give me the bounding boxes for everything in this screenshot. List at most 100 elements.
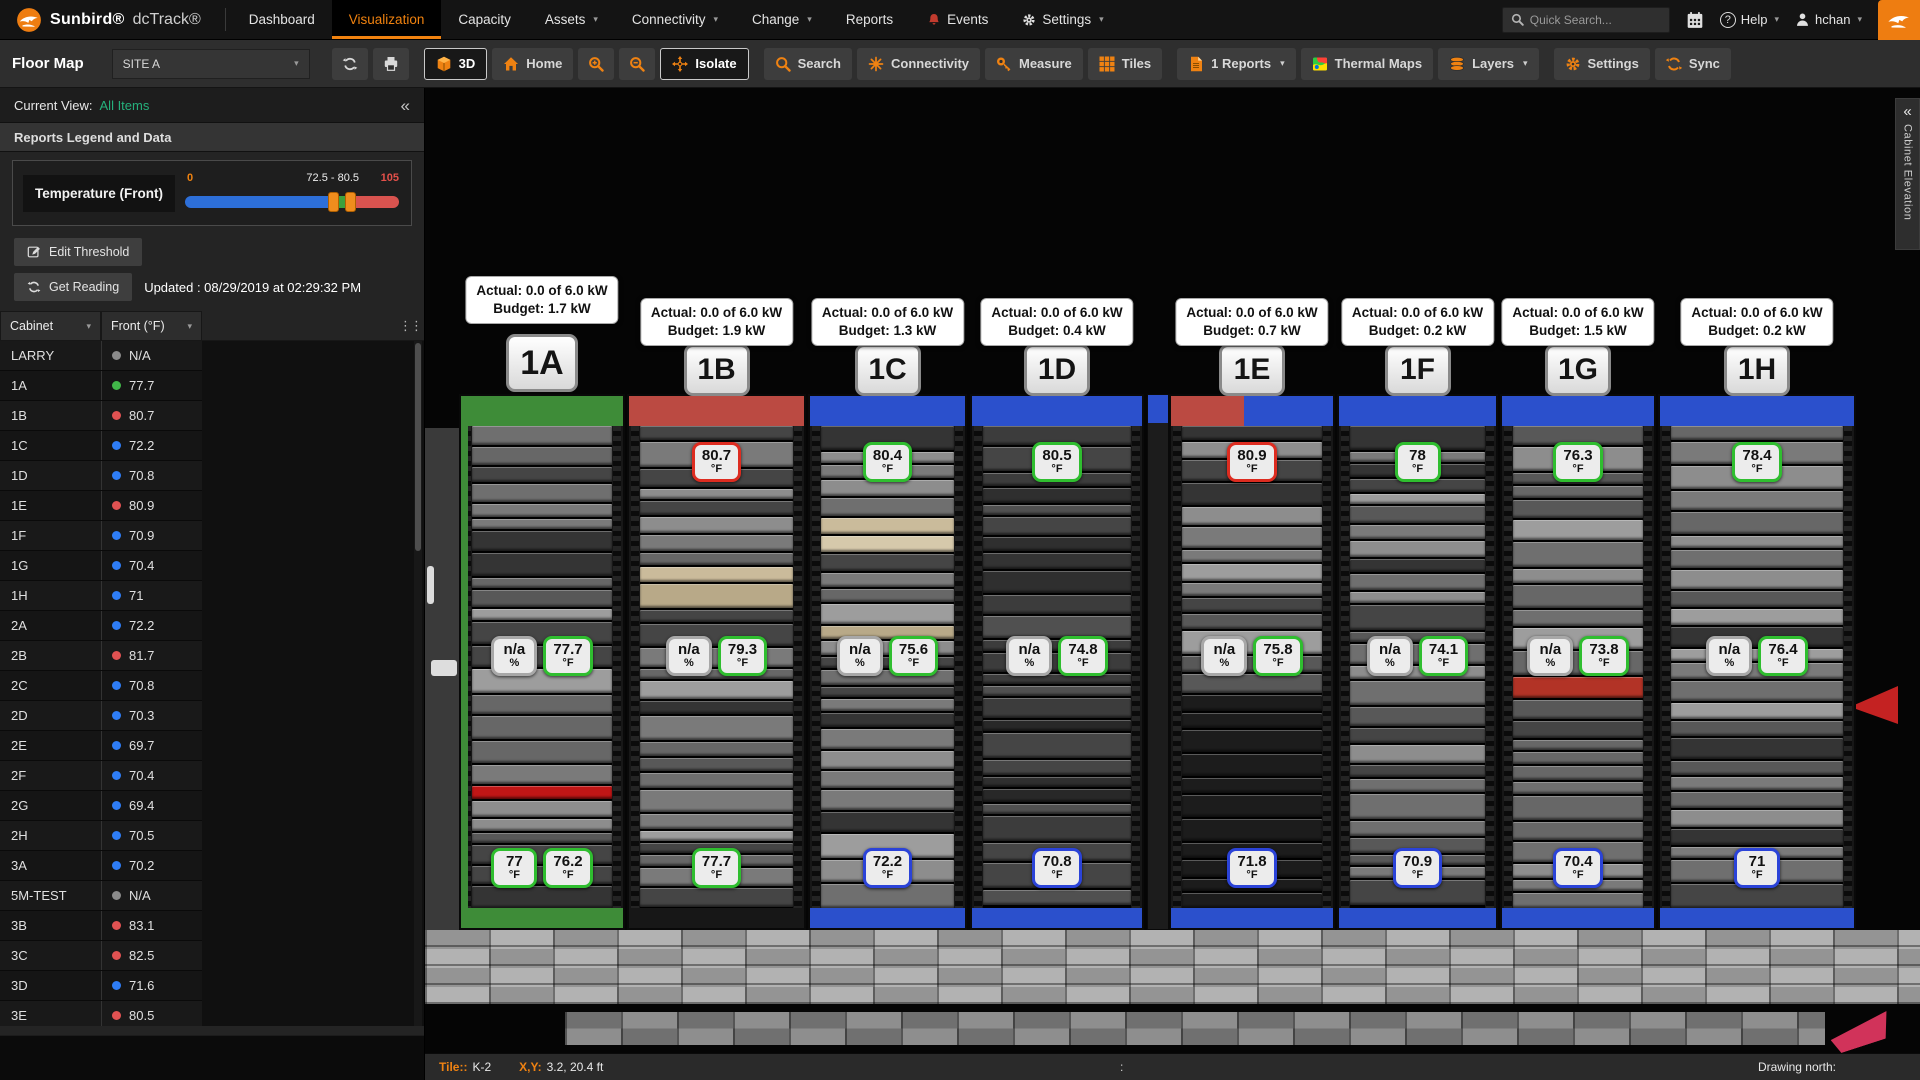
measure-button[interactable]: Measure bbox=[985, 47, 1083, 80]
temp-badge[interactable]: n/a% bbox=[836, 636, 883, 677]
temp-badge[interactable]: n/a% bbox=[1366, 636, 1413, 677]
temp-badge[interactable]: 70.8 °F bbox=[1032, 848, 1082, 889]
temp-badge[interactable]: 80.7 °F bbox=[691, 442, 742, 483]
settings-button[interactable]: Settings bbox=[1553, 47, 1650, 80]
temp-badge[interactable]: 77.7 °F bbox=[691, 848, 742, 889]
table-row-2f[interactable]: 2F 70.4 bbox=[0, 761, 202, 791]
rack-name-plate[interactable]: 1D bbox=[1024, 344, 1090, 396]
nav-item-dashboard[interactable]: Dashboard bbox=[232, 0, 332, 39]
temp-badge[interactable]: n/a% bbox=[1006, 636, 1053, 677]
temp-badge[interactable]: 74.1 °F bbox=[1418, 636, 1469, 677]
table-row-1e[interactable]: 1E 80.9 bbox=[0, 491, 202, 521]
get-reading-button[interactable]: Get Reading bbox=[14, 273, 133, 301]
nav-item-visualization[interactable]: Visualization bbox=[331, 0, 442, 39]
calendar-icon[interactable] bbox=[1686, 11, 1704, 29]
temp-badge[interactable]: 77 °F bbox=[491, 848, 538, 889]
table-row-3d[interactable]: 3D 71.6 bbox=[0, 971, 202, 1001]
threshold-handle-low[interactable] bbox=[327, 192, 339, 212]
edit-threshold-button[interactable]: Edit Threshold bbox=[14, 238, 143, 266]
quick-search[interactable] bbox=[1501, 6, 1670, 33]
table-row-1d[interactable]: 1D 70.8 bbox=[0, 461, 202, 491]
rack-1G[interactable]: Actual: 0.0 of 6.0 kW Budget: 1.5 kW 1G 76.… bbox=[1500, 298, 1656, 930]
temp-badge[interactable]: 71 °F bbox=[1734, 848, 1780, 889]
temp-badge[interactable]: 76.3 °F bbox=[1553, 442, 1603, 483]
brand[interactable]: Sunbird® dcTrack® bbox=[0, 0, 219, 39]
rack-name-plate[interactable]: 1F bbox=[1384, 344, 1451, 396]
table-row-5m-test[interactable]: 5M-TEST N/A bbox=[0, 881, 202, 911]
view-3d-button[interactable]: 3D bbox=[423, 47, 488, 80]
table-row-3e[interactable]: 3E 80.5 bbox=[0, 1001, 202, 1026]
nav-item-settings[interactable]: Settings ▾ bbox=[1005, 0, 1120, 39]
zoom-out-button[interactable] bbox=[619, 47, 656, 80]
table-row-2d[interactable]: 2D 70.3 bbox=[0, 701, 202, 731]
temp-badge[interactable]: 70.9 °F bbox=[1392, 848, 1443, 889]
table-row-larry[interactable]: LARRY N/A bbox=[0, 341, 202, 371]
table-row-2a[interactable]: 2A 72.2 bbox=[0, 611, 202, 641]
rack-1B[interactable]: Actual: 0.0 of 6.0 kW Budget: 1.9 kW 1B 80.… bbox=[627, 298, 806, 930]
temp-badge[interactable]: 75.6 °F bbox=[888, 636, 939, 677]
threshold-handle-high[interactable] bbox=[344, 192, 356, 212]
nav-item-events[interactable]: Events bbox=[910, 0, 1005, 39]
table-row-2h[interactable]: 2H 70.5 bbox=[0, 821, 202, 851]
rack-name-plate[interactable]: 1A bbox=[506, 334, 578, 392]
isolate-button[interactable]: Isolate bbox=[660, 47, 749, 80]
layers-button[interactable]: Layers ▾ bbox=[1438, 47, 1539, 80]
sync-button[interactable]: Sync bbox=[1654, 47, 1731, 80]
help-menu[interactable]: ? Help ▾ bbox=[1719, 11, 1779, 28]
rack-1H[interactable]: Actual: 0.0 of 6.0 kW Budget: 0.2 kW 1H 78.… bbox=[1658, 298, 1856, 930]
temp-badge[interactable]: n/a% bbox=[1527, 636, 1574, 677]
floor-map-3d-view[interactable]: Actual: 0.0 of 6.0 kW Budget: 1.7 kW 1A n/a… bbox=[425, 88, 1920, 1080]
table-row-1b[interactable]: 1B 80.7 bbox=[0, 401, 202, 431]
temp-badge[interactable]: 76.2 °F bbox=[543, 848, 593, 889]
table-row-2c[interactable]: 2C 70.8 bbox=[0, 671, 202, 701]
table-row-1g[interactable]: 1G 70.4 bbox=[0, 551, 202, 581]
nav-item-change[interactable]: Change ▾ bbox=[735, 0, 829, 39]
scrollbar-thumb[interactable] bbox=[415, 343, 421, 551]
temp-badge[interactable]: 80.4 °F bbox=[862, 442, 913, 483]
table-row-1h[interactable]: 1H 71 bbox=[0, 581, 202, 611]
temp-badge[interactable]: 74.8 °F bbox=[1058, 636, 1108, 677]
column-header-front[interactable]: Front (°F) ▾ bbox=[101, 311, 202, 341]
thermal-maps-button[interactable]: Thermal Maps bbox=[1300, 47, 1434, 80]
nav-item-connectivity[interactable]: Connectivity ▾ bbox=[615, 0, 735, 39]
app-logo[interactable] bbox=[1878, 0, 1920, 40]
nav-item-reports[interactable]: Reports bbox=[829, 0, 910, 39]
temp-badge[interactable]: 80.5 °F bbox=[1032, 442, 1082, 483]
panel-resize-handle[interactable] bbox=[427, 566, 434, 604]
user-menu[interactable]: hchan ▾ bbox=[1795, 12, 1862, 27]
current-view-value[interactable]: All Items bbox=[100, 98, 150, 113]
temp-badge[interactable]: 73.8 °F bbox=[1579, 636, 1629, 677]
search-button[interactable]: Search bbox=[763, 47, 852, 80]
quick-search-input[interactable] bbox=[1529, 12, 1661, 27]
nav-item-capacity[interactable]: Capacity bbox=[441, 0, 528, 39]
nav-item-assets[interactable]: Assets ▾ bbox=[528, 0, 615, 39]
table-row-1c[interactable]: 1C 72.2 bbox=[0, 431, 202, 461]
temp-badge[interactable]: 75.8 °F bbox=[1253, 636, 1303, 677]
table-row-3c[interactable]: 3C 82.5 bbox=[0, 941, 202, 971]
table-row-2b[interactable]: 2B 81.7 bbox=[0, 641, 202, 671]
rack-name-plate[interactable]: 1G bbox=[1545, 344, 1611, 396]
zoom-in-button[interactable] bbox=[578, 47, 615, 80]
refresh-button[interactable] bbox=[331, 47, 368, 80]
rack-name-plate[interactable]: 1H bbox=[1724, 344, 1790, 396]
temp-badge[interactable]: 76.4 °F bbox=[1758, 636, 1808, 677]
table-row-2e[interactable]: 2E 69.7 bbox=[0, 731, 202, 761]
rack-name-plate[interactable]: 1E bbox=[1219, 344, 1285, 396]
temp-badge[interactable]: 71.8 °F bbox=[1227, 848, 1277, 889]
temp-badge[interactable]: n/a% bbox=[1706, 636, 1753, 677]
temp-badge[interactable]: 78 °F bbox=[1394, 442, 1441, 483]
table-row-1a[interactable]: 1A 77.7 bbox=[0, 371, 202, 401]
cabinet-elevation-tab[interactable]: « Cabinet Elevation bbox=[1895, 98, 1920, 250]
rack-1E[interactable]: Actual: 0.0 of 6.0 kW Budget: 0.7 kW 1E 80.… bbox=[1169, 298, 1335, 930]
temp-badge[interactable]: n/a% bbox=[665, 636, 712, 677]
table-row-3b[interactable]: 3B 83.1 bbox=[0, 911, 202, 941]
print-button[interactable] bbox=[372, 47, 409, 80]
temp-badge[interactable]: 79.3 °F bbox=[717, 636, 768, 677]
tiles-button[interactable]: Tiles bbox=[1087, 47, 1163, 80]
table-row-1f[interactable]: 1F 70.9 bbox=[0, 521, 202, 551]
rack-1D[interactable]: Actual: 0.0 of 6.0 kW Budget: 0.4 kW 1D 80.… bbox=[970, 298, 1144, 930]
collapse-sidebar-icon[interactable]: « bbox=[401, 97, 410, 114]
rack-name-plate[interactable]: 1C bbox=[854, 344, 921, 396]
temp-badge[interactable]: n/a% bbox=[491, 636, 538, 677]
table-menu-icon[interactable]: ⋮⋮ bbox=[399, 318, 423, 334]
